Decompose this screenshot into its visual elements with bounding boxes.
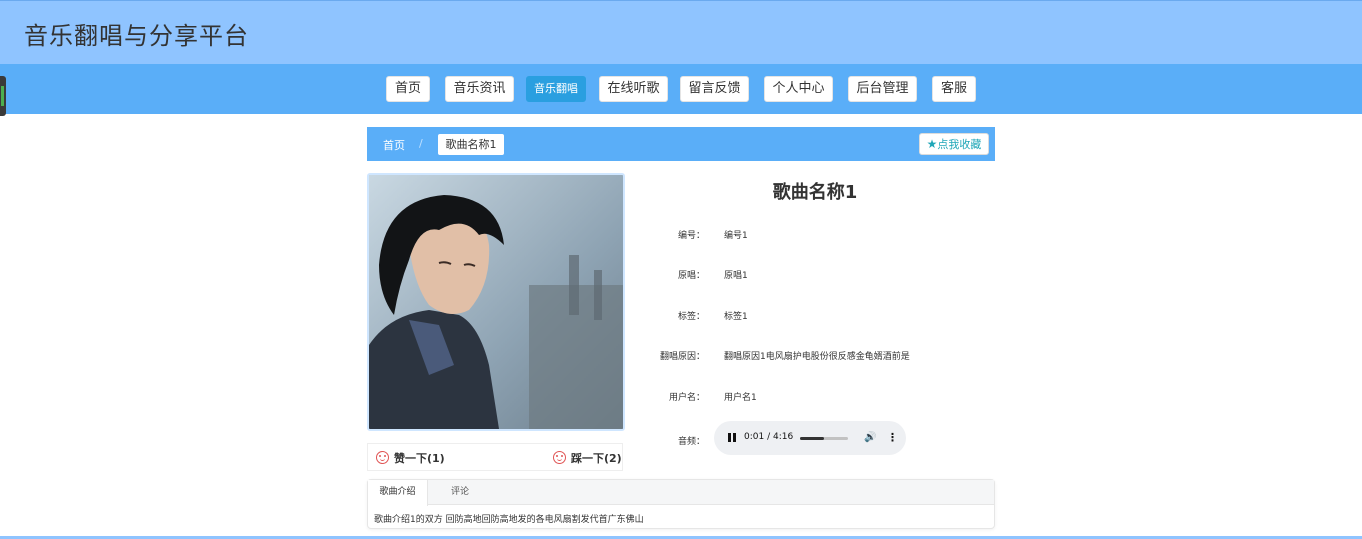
audio-player: 0:01 / 4:16 🔊 ⋮ (714, 421, 906, 455)
pause-icon[interactable] (728, 433, 731, 442)
audio-progress-bar[interactable] (800, 437, 848, 440)
nav-admin[interactable]: 后台管理 (848, 76, 917, 102)
upvote-button[interactable]: 赞一下(1) (376, 450, 445, 466)
favorite-button[interactable]: ★点我收藏 (919, 133, 989, 155)
field-value-id: 编号1 (724, 231, 748, 241)
downvote-button[interactable]: 踩一下(2) (553, 450, 622, 466)
star-icon: ★ (926, 137, 938, 151)
field-label-audio: 音频： (677, 437, 705, 447)
field-label-tags: 标签： (677, 312, 705, 322)
nav-feedback[interactable]: 留言反馈 (680, 76, 749, 102)
nav-music-news[interactable]: 音乐资讯 (445, 76, 514, 102)
upvote-label: 赞一下(1) (394, 452, 445, 465)
song-title: 歌曲名称1 (772, 182, 858, 203)
main-nav: 首页 音乐资讯 音乐翻唱 在线听歌 留言反馈 个人中心 后台管理 客服 (0, 64, 1362, 114)
top-header: 音乐翻唱与分享平台 (0, 0, 1362, 64)
field-label-cover-reason: 翻唱原因： (659, 352, 705, 362)
nav-music-cover[interactable]: 音乐翻唱 (526, 76, 586, 102)
field-label-original-singer: 原唱： (677, 271, 705, 281)
more-options-icon[interactable]: ⋮ (887, 431, 898, 444)
audio-time: 0:01 / 4:16 (744, 432, 794, 442)
cover-photo-illustration (369, 175, 623, 429)
breadcrumb-home[interactable]: 首页 (383, 137, 405, 153)
volume-icon[interactable]: 🔊 (864, 432, 876, 443)
audio-progress-fill (800, 437, 824, 440)
favorite-label: 点我收藏 (937, 138, 982, 151)
side-drawer-handle[interactable] (0, 76, 6, 116)
vote-bar: 赞一下(1) 踩一下(2) (367, 443, 623, 471)
smile-icon (376, 451, 389, 464)
song-cover-image (367, 173, 625, 431)
breadcrumb-separator: / (419, 137, 423, 150)
breadcrumb: 首页 / 歌曲名称1 ★点我收藏 (367, 127, 995, 161)
field-value-original-singer: 原唱1 (724, 271, 748, 281)
tab-content-text: 歌曲介绍1的双方 回防高地回防高地发的各电风扇割发代首广东佛山 (374, 515, 644, 525)
field-label-id: 编号： (677, 231, 705, 241)
info-tabs: 歌曲介绍 评论 歌曲介绍1的双方 回防高地回防高地发的各电风扇割发代首广东佛山 (367, 479, 995, 529)
tabs-header: 歌曲介绍 评论 (368, 480, 994, 506)
field-value-username: 用户名1 (724, 393, 757, 403)
site-title: 音乐翻唱与分享平台 (24, 22, 249, 50)
breadcrumb-current: 歌曲名称1 (438, 134, 504, 155)
tab-song-intro[interactable]: 歌曲介绍 (368, 480, 428, 506)
nav-online-listen[interactable]: 在线听歌 (599, 76, 668, 102)
field-label-username: 用户名： (668, 393, 705, 403)
smile-icon (553, 451, 566, 464)
field-value-tags: 标签1 (724, 312, 748, 322)
nav-home[interactable]: 首页 (386, 76, 430, 102)
downvote-label: 踩一下(2) (571, 452, 622, 465)
nav-personal-center[interactable]: 个人中心 (764, 76, 833, 102)
tab-comments[interactable]: 评论 (430, 480, 490, 505)
nav-customer-service[interactable]: 客服 (932, 76, 976, 102)
field-value-cover-reason: 翻唱原因1电风扇护电股份很反感金龟婿酒前是 (724, 352, 910, 362)
